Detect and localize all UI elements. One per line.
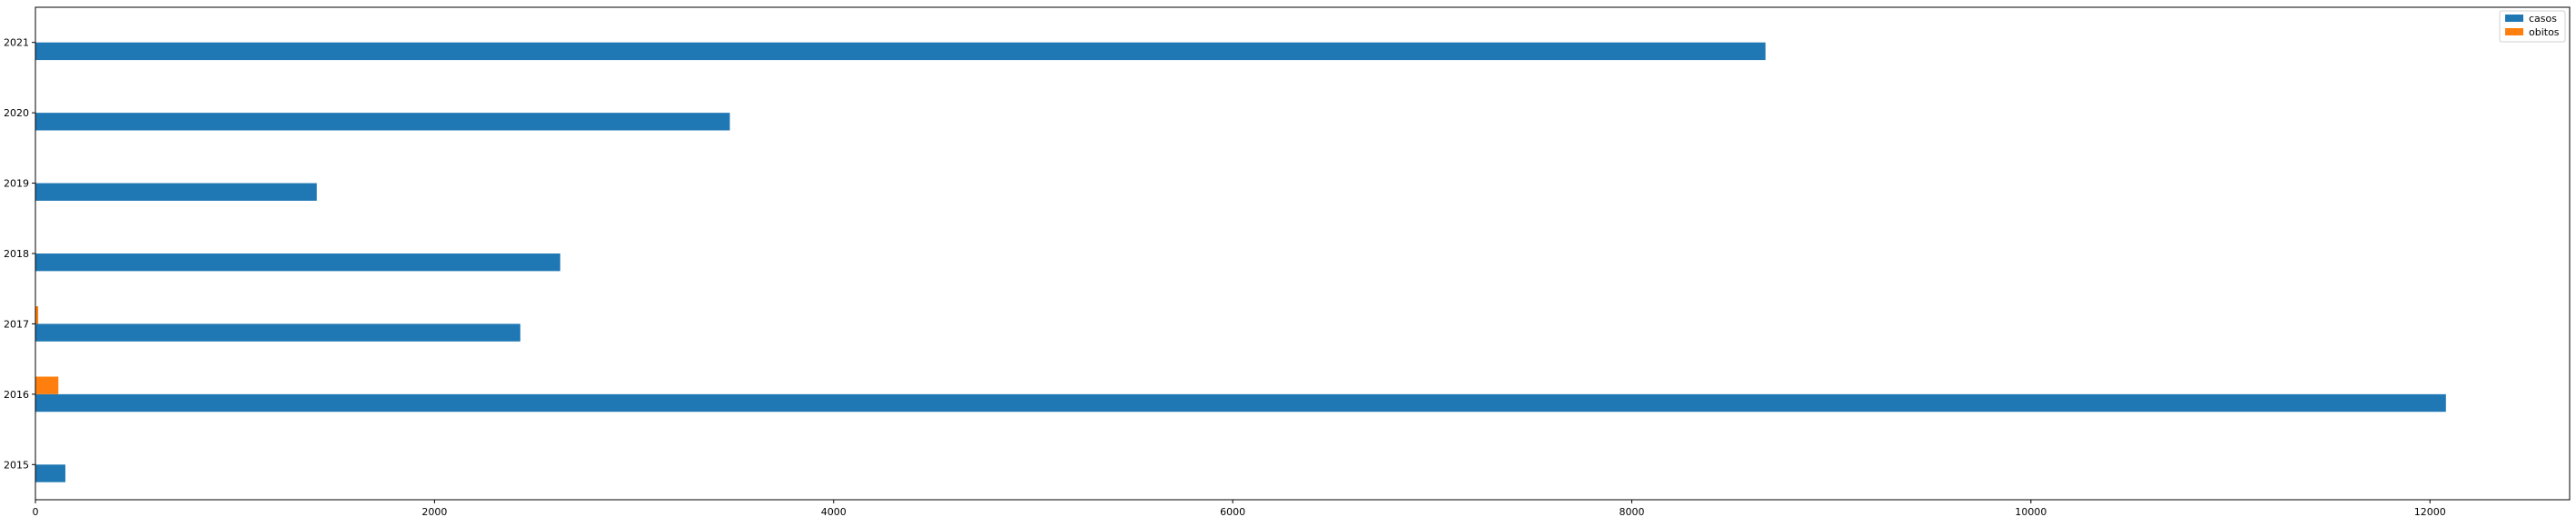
x-tick-label: 10000 <box>2015 506 2046 518</box>
legend-label-casos: casos <box>2529 13 2557 25</box>
x-tick-label: 6000 <box>1220 506 1245 518</box>
y-tick-label: 2019 <box>4 178 29 190</box>
x-axis-ticks: 0 2000 4000 6000 8000 10000 12000 <box>33 500 2446 518</box>
bar-casos-2016 <box>35 393 2446 413</box>
y-tick-label: 2020 <box>4 107 29 119</box>
bar-obitos-2016 <box>35 376 59 394</box>
bar-casos-2015 <box>35 464 65 482</box>
x-tick-label: 4000 <box>821 506 847 518</box>
legend-swatch-obitos <box>2505 28 2523 35</box>
y-tick-label: 2018 <box>4 248 29 260</box>
bar-chart: 2015 2016 2017 2018 2019 2020 2021 0 2000 4000 60… <box>4 6 2571 518</box>
bar-casos-2017 <box>35 323 520 342</box>
x-tick-label: 2000 <box>421 506 447 518</box>
legend-label-obitos: obitos <box>2529 26 2560 38</box>
x-tick-label: 12000 <box>2414 506 2446 518</box>
x-tick-label: 0 <box>33 506 39 518</box>
chart-container: 2015 2016 2017 2018 2019 2020 2021 0 2000 4000 60… <box>0 0 2576 522</box>
y-tick-label: 2021 <box>4 37 29 49</box>
bar-casos-2020 <box>35 113 730 131</box>
bar-casos-2019 <box>35 183 317 201</box>
y-axis-ticks: 2015 2016 2017 2018 2019 2020 2021 <box>4 37 35 471</box>
legend-swatch-casos <box>2505 15 2523 22</box>
y-tick-label: 2015 <box>4 459 29 471</box>
x-tick-label: 8000 <box>1619 506 1644 518</box>
bar-casos-2018 <box>35 254 560 272</box>
bar-casos-2021 <box>35 42 1766 61</box>
legend: casos obitos <box>2499 10 2566 43</box>
y-tick-label: 2017 <box>4 318 29 330</box>
y-tick-label: 2016 <box>4 389 29 401</box>
